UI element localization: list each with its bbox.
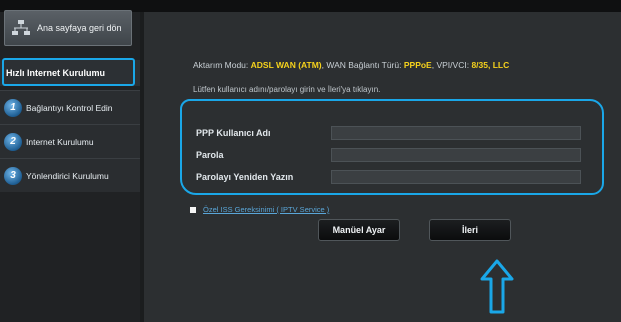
- connection-info: Aktarım Modu: ADSL WAN (ATM), WAN Bağlan…: [193, 60, 509, 70]
- password-label: Parola: [196, 150, 224, 160]
- ppp-username-label: PPP Kullanıcı Adı: [196, 128, 271, 138]
- special-isp-checkbox[interactable]: [190, 207, 196, 213]
- step-check-connection[interactable]: 1 Bağlantıyı Kontrol Edin: [0, 90, 140, 124]
- vpi-label: , VPI/VCI:: [431, 60, 470, 70]
- annotation-highlight-left: [2, 58, 135, 86]
- step-internet-setup[interactable]: 2 Internet Kurulumu: [0, 124, 140, 158]
- ppp-username-input[interactable]: [331, 126, 581, 140]
- special-isp-label[interactable]: Özel ISS Gereksinimi ( IPTV Service ): [203, 205, 329, 214]
- next-button[interactable]: İleri: [429, 219, 511, 241]
- password-confirm-label: Parolayı Yeniden Yazın: [196, 172, 294, 182]
- step-3-badge: 3: [4, 166, 22, 185]
- step-3-label: Yönlendirici Kurulumu: [26, 170, 109, 181]
- step-1-label: Bağlantıyı Kontrol Edin: [26, 102, 113, 113]
- step-2-badge: 2: [4, 132, 22, 151]
- arrow-up-icon: [480, 259, 514, 320]
- instruction-text: Lütfen kullanıcı adını/parolayı girin ve…: [193, 85, 381, 94]
- password-confirm-input[interactable]: [331, 170, 581, 184]
- step-2-label: Internet Kurulumu: [26, 136, 94, 147]
- vpi-value: 8/35, LLC: [471, 60, 510, 70]
- mode-value: ADSL WAN (ATM): [250, 60, 322, 70]
- manual-setup-button[interactable]: Manüel Ayar: [318, 219, 400, 241]
- password-input[interactable]: [331, 148, 581, 162]
- home-button[interactable]: Ana sayfaya geri dön: [4, 10, 132, 46]
- step-1-badge: 1: [4, 98, 22, 117]
- step-router-setup[interactable]: 3 Yönlendirici Kurulumu: [0, 158, 140, 192]
- home-button-label: Ana sayfaya geri dön: [37, 23, 122, 33]
- network-icon: [11, 19, 31, 37]
- mode-label: Aktarım Modu:: [193, 60, 249, 70]
- wan-label: , WAN Bağlantı Türü:: [321, 60, 402, 70]
- wan-value: PPPoE: [403, 60, 432, 70]
